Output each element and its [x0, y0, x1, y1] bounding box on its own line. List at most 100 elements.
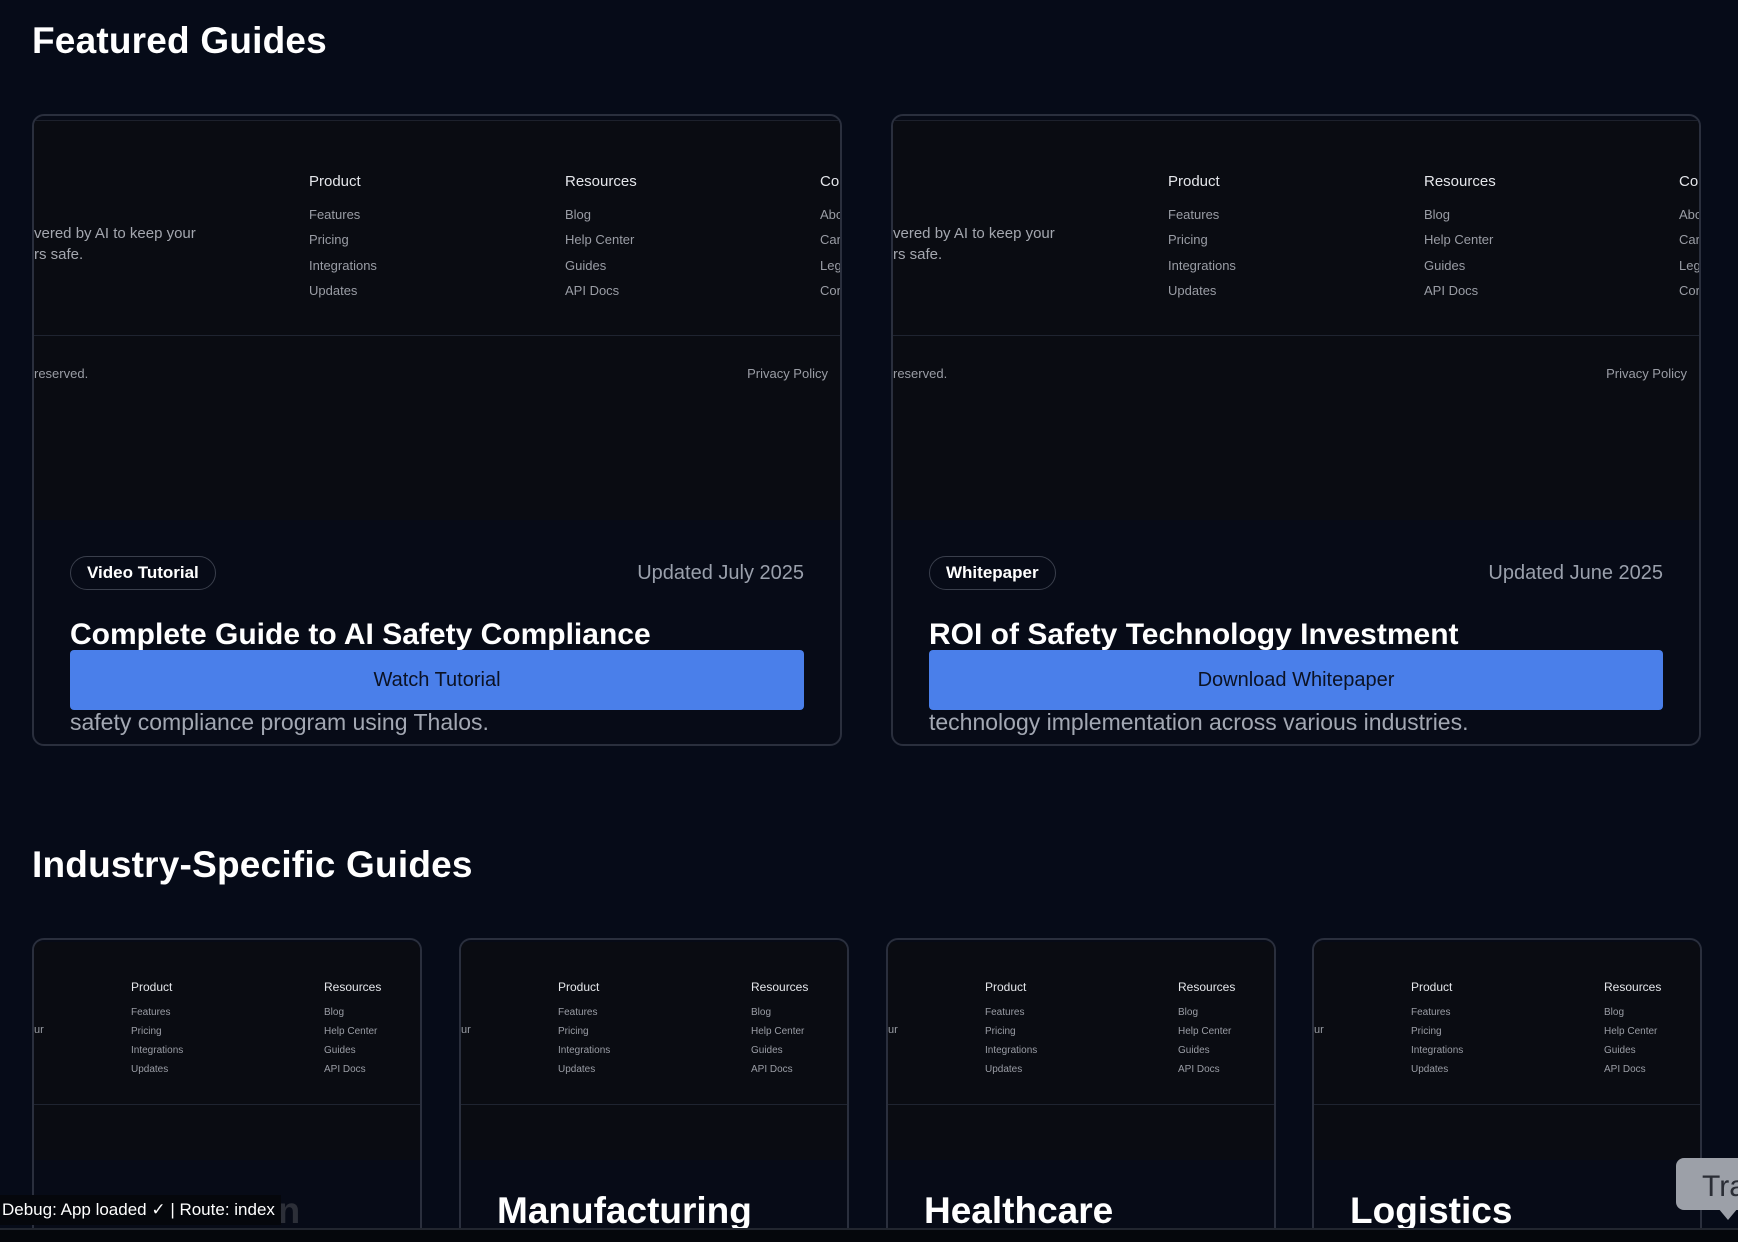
thumbnail-column-heading: Product: [1411, 980, 1453, 994]
industry-title: Logistics: [1350, 1190, 1513, 1231]
thumbnail-link: Guides: [751, 1045, 783, 1056]
thumbnail-link: Leg: [820, 258, 840, 273]
card-body: Whitepaper Updated June 2025 ROI of Safe…: [929, 556, 1663, 740]
thumbnail-tagline: ur: [461, 1024, 471, 1036]
updated-date: Updated June 2025: [1488, 562, 1663, 584]
thumbnail-column-heading: Product: [985, 980, 1027, 994]
thumbnail-tagline: vered by AI to keep your rs safe.: [34, 225, 196, 263]
thumbnail-link: Help Center: [1424, 232, 1494, 247]
thumbnail-column-heading: Co: [1679, 173, 1699, 190]
thumbnail-column-heading: Resources: [324, 980, 382, 994]
thumbnail-privacy-link: Privacy Policy: [747, 366, 828, 381]
thumbnail-column-heading: Product: [1168, 173, 1220, 190]
thumbnail-divider: [34, 335, 840, 336]
thumbnail-link: Abo: [820, 207, 840, 222]
thumbnail-link: Help Center: [565, 232, 635, 247]
thumbnail-link: Guides: [565, 258, 607, 273]
industry-title: Healthcare: [924, 1190, 1114, 1231]
thumbnail-link: Updates: [131, 1064, 169, 1075]
thumbnail-link: Features: [558, 1007, 598, 1018]
thumbnail-tagline: ur: [34, 1024, 44, 1036]
industry-guides-heading: Industry-Specific Guides: [32, 844, 473, 885]
guide-title: ROI of Safety Technology Investment: [929, 618, 1459, 651]
download-whitepaper-button[interactable]: Download Whitepaper: [929, 650, 1663, 710]
industry-guide-card[interactable]: ur Product Features Pricing Integrations…: [886, 938, 1276, 1242]
card-body: Video Tutorial Updated July 2025 Complet…: [70, 556, 804, 740]
thumbnail-link: Blog: [1424, 207, 1451, 222]
thumbnail-divider: [893, 335, 1699, 336]
thumbnail-link: Blog: [751, 1007, 772, 1018]
industry-title: Manufacturing: [497, 1190, 752, 1231]
thumbnail-link: Pricing: [309, 232, 349, 247]
thumbnail-link: API Docs: [1178, 1064, 1220, 1075]
industry-guide-card[interactable]: ur Product Features Pricing Integrations…: [459, 938, 849, 1242]
thumbnail-link: Updates: [309, 283, 358, 298]
thumbnail-divider: [1314, 1104, 1700, 1105]
thumbnail-link: API Docs: [1604, 1064, 1646, 1075]
thumbnail-divider: [34, 1104, 420, 1105]
industry-thumbnail: ur Product Features Pricing Integrations…: [461, 942, 847, 1160]
thumbnail-column-heading: Product: [558, 980, 600, 994]
guide-type-badge: Video Tutorial: [70, 556, 216, 590]
thumbnail-link: Updates: [1168, 283, 1217, 298]
guide-thumbnail: vered by AI to keep your rs safe. Produc…: [34, 120, 840, 520]
thumbnail-link: Updates: [985, 1064, 1023, 1075]
thumbnail-tagline: ur: [888, 1024, 898, 1036]
thumbnail-link: Features: [1168, 207, 1220, 222]
industry-thumbnail: ur Product Features Pricing Integrations…: [888, 942, 1274, 1160]
thumbnail-link: Integrations: [985, 1045, 1038, 1056]
thumbnail-link: Blog: [1178, 1007, 1199, 1018]
thumbnail-link: Updates: [558, 1064, 596, 1075]
bottom-strip: [0, 1230, 1738, 1242]
thumbnail-link: Features: [309, 207, 361, 222]
thumbnail-link: Updates: [1411, 1064, 1449, 1075]
thumbnail-link: API Docs: [324, 1064, 366, 1075]
thumbnail-link: Integrations: [1168, 258, 1236, 273]
thumbnail-link: Features: [1411, 1007, 1451, 1018]
thumbnail-link: Abo: [1679, 207, 1699, 222]
thumbnail-link: Integrations: [558, 1045, 611, 1056]
thumbnail-link: API Docs: [1424, 283, 1479, 298]
thumbnail-link: Blog: [565, 207, 592, 222]
thumbnail-link: Guides: [1604, 1045, 1636, 1056]
thumbnail-link: Blog: [1604, 1007, 1625, 1018]
thumbnail-column-heading: Resources: [565, 173, 637, 190]
guide-title: Complete Guide to AI Safety Compliance: [70, 618, 651, 651]
thumbnail-link: Features: [131, 1007, 171, 1018]
watch-tutorial-button[interactable]: Watch Tutorial: [70, 650, 804, 710]
thumbnail-column-heading: Resources: [751, 980, 809, 994]
thumbnail-divider: [888, 1104, 1274, 1105]
thumbnail-link: Help Center: [1178, 1026, 1232, 1037]
thumbnail-tagline: ur: [1314, 1024, 1324, 1036]
thumbnail-link: Guides: [1178, 1045, 1210, 1056]
thumbnail-link: API Docs: [565, 283, 620, 298]
floating-chat-button[interactable]: Tra: [1676, 1158, 1738, 1210]
industry-thumbnail: ur Product Features Pricing Integrations…: [34, 942, 420, 1160]
thumbnail-privacy-link: Privacy Policy: [1606, 366, 1687, 381]
floating-chat-tail: [1718, 1208, 1738, 1220]
thumbnail-link: Pricing: [985, 1026, 1016, 1037]
thumbnail-column-heading: Product: [309, 173, 361, 190]
thumbnail-link: Blog: [324, 1007, 345, 1018]
thumbnail-column-heading: Co: [820, 173, 840, 190]
thumbnail-link: Help Center: [1604, 1026, 1658, 1037]
thumbnail-link: Pricing: [1168, 232, 1208, 247]
thumbnail-link: Integrations: [1411, 1045, 1464, 1056]
thumbnail-link: Cor: [1679, 283, 1699, 298]
featured-guide-card: vered by AI to keep your rs safe. Produc…: [891, 114, 1701, 746]
thumbnail-link: Integrations: [131, 1045, 184, 1056]
thumbnail-link: Features: [985, 1007, 1025, 1018]
thumbnail-link: Car: [820, 232, 840, 247]
thumbnail-copyright: reserved.: [34, 366, 89, 381]
featured-guides-heading: Featured Guides: [32, 20, 327, 61]
thumbnail-copyright: reserved.: [893, 366, 948, 381]
guide-type-badge: Whitepaper: [929, 556, 1056, 590]
thumbnail-link: Pricing: [558, 1026, 589, 1037]
thumbnail-link: Guides: [324, 1045, 356, 1056]
thumbnail-divider: [461, 1104, 847, 1105]
thumbnail-link: Guides: [1424, 258, 1466, 273]
thumbnail-link: Pricing: [1411, 1026, 1442, 1037]
industry-guide-card[interactable]: ur Product Features Pricing Integrations…: [1312, 938, 1702, 1242]
featured-guide-card: vered by AI to keep your rs safe. Produc…: [32, 114, 842, 746]
thumbnail-link: Car: [1679, 232, 1699, 247]
